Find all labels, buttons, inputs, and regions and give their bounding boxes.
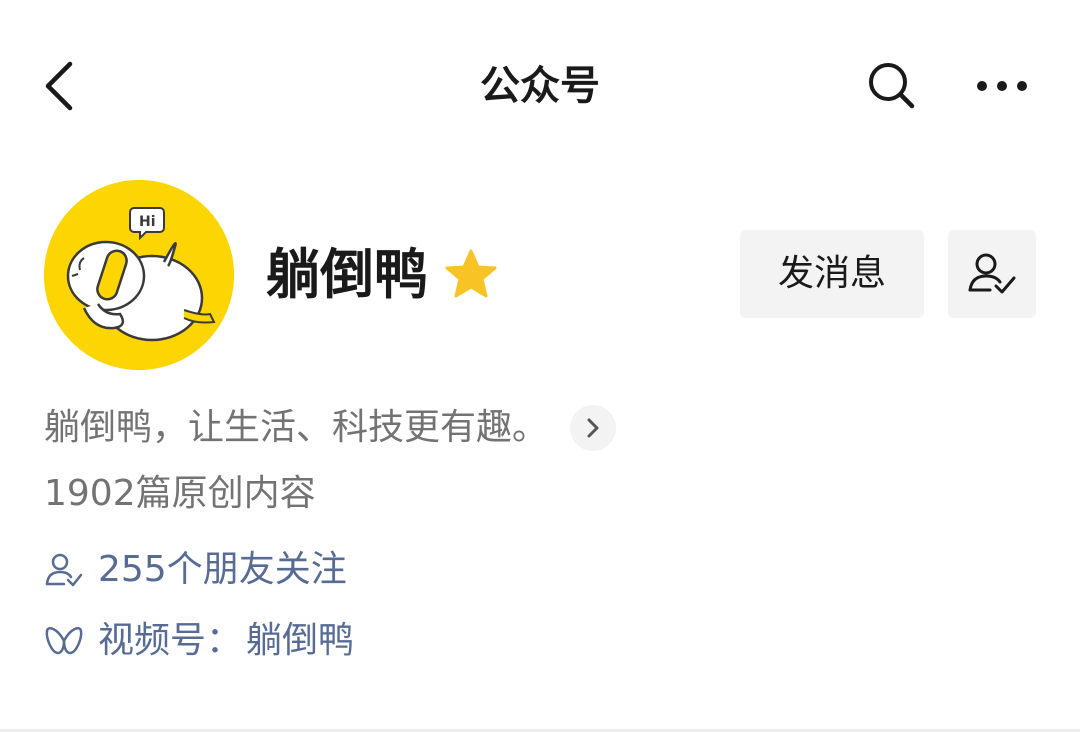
avatar[interactable]: Hi [44,180,234,370]
account-name: 躺倒鸭 [266,243,428,306]
star-icon [445,249,497,298]
bio-row[interactable]: 躺倒鸭，让生活、科技更有趣。 [44,400,617,456]
bio-text: 躺倒鸭，让生活、科技更有趣。 [44,407,549,448]
follow-status-button[interactable] [948,230,1036,318]
friends-following-row[interactable]: 255个朋友关注 [44,542,347,598]
channels-label: 视频号： [98,620,243,661]
followed-user-icon [968,253,1016,294]
friends-following-text: 255个朋友关注 [98,549,347,590]
search-icon [869,63,915,109]
more-dots-icon [977,81,1027,91]
friends-icon [45,553,83,587]
original-articles-count: 1902篇原创内容 [44,473,316,514]
bio-expand-button[interactable] [570,405,617,451]
send-message-button[interactable]: 发消息 [740,230,924,318]
more-button[interactable] [970,58,1034,114]
channels-butterfly-icon [45,627,83,655]
channels-row[interactable]: 视频号： 躺倒鸭 [44,613,354,669]
avatar-bubble-text: Hi [139,214,156,230]
duck-logo-image: Hi [44,180,234,370]
chevron-right-icon [587,418,599,438]
channels-name: 躺倒鸭 [246,620,355,661]
search-button[interactable] [862,58,922,114]
official-account-profile-page: 公众号 Hi 躺倒鸭 发消息 躺倒鸭，让生活、科技更有趣。 1902篇原创内容 … [0,0,1080,732]
